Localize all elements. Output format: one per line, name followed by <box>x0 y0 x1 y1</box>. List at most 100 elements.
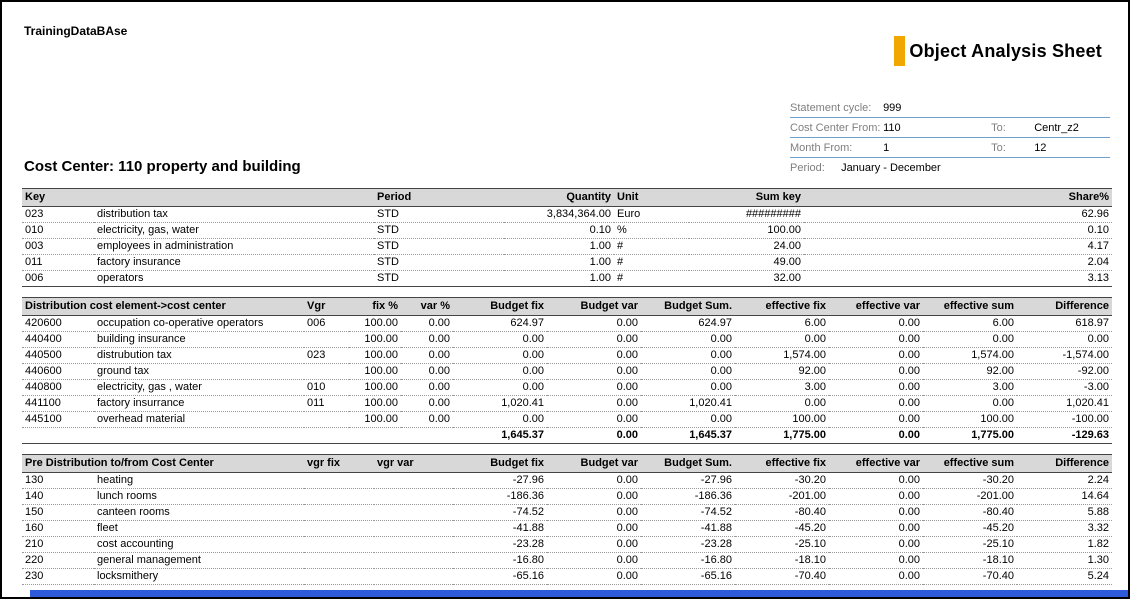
table-cell: 445100 <box>22 412 94 428</box>
table-cell: 1.00 <box>504 271 614 287</box>
table-cell: canteen rooms <box>94 505 304 521</box>
table-cell: 160 <box>22 521 94 537</box>
table-cell: -18.10 <box>923 553 1017 569</box>
table-cell: -16.80 <box>453 553 547 569</box>
table-cell: 0.00 <box>401 396 453 412</box>
table-cell: # <box>614 239 689 255</box>
table-cell <box>304 537 374 553</box>
table-cell: 440500 <box>22 348 94 364</box>
table-cell: overhead material <box>94 412 304 428</box>
table-cell: 0.00 <box>641 412 735 428</box>
table-cell: # <box>614 255 689 271</box>
table-cell: 0.00 <box>401 380 453 396</box>
table-cell: 100.00 <box>349 396 401 412</box>
table-row: 130heating-27.960.00-27.96-30.200.00-30.… <box>22 473 1112 489</box>
table-cell: 0.00 <box>735 332 829 348</box>
table-cell: 1,574.00 <box>923 348 1017 364</box>
table-cell: -70.40 <box>735 569 829 585</box>
table-cell: 0.00 <box>829 569 923 585</box>
table-cell: 92.00 <box>735 364 829 380</box>
horizontal-scrollbar[interactable] <box>30 590 1128 597</box>
table-cell: 0.00 <box>1017 332 1112 348</box>
table-cell: -45.20 <box>735 521 829 537</box>
table-cell: 0.00 <box>829 412 923 428</box>
table-cell: 130 <box>22 473 94 489</box>
table-cell <box>374 473 453 489</box>
column-header: Difference <box>1017 298 1112 316</box>
period-label: Period: <box>790 162 838 175</box>
key-statistics-table: KeyPeriodQuantityUnitSum keyShare%023dis… <box>22 188 1112 287</box>
cost-center-from-label: Cost Center From: <box>790 122 880 135</box>
table-cell: occupation co-operative operators <box>94 316 304 332</box>
table-cell: 0.00 <box>829 332 923 348</box>
table-cell <box>401 428 453 444</box>
column-header: vgr var <box>374 455 453 473</box>
column-header: fix % <box>349 298 401 316</box>
table-cell: 0.00 <box>453 332 547 348</box>
table-cell: -30.20 <box>735 473 829 489</box>
table-cell: -186.36 <box>453 489 547 505</box>
table-cell: 0.00 <box>829 396 923 412</box>
table-cell: 624.97 <box>641 316 735 332</box>
table-cell: 023 <box>22 207 94 223</box>
table-cell: 100.00 <box>349 348 401 364</box>
table-cell <box>374 537 453 553</box>
table-cell: -1,574.00 <box>1017 348 1112 364</box>
table-cell: 003 <box>22 239 94 255</box>
table-cell: 3.32 <box>1017 521 1112 537</box>
table-cell: 0.00 <box>401 316 453 332</box>
table-cell: 0.00 <box>401 412 453 428</box>
table-cell: heating <box>94 473 304 489</box>
table-cell: 100.00 <box>735 412 829 428</box>
table-row: 441100factory insurrance011100.000.001,0… <box>22 396 1112 412</box>
table-cell: 0.00 <box>547 473 641 489</box>
table-cell: # <box>614 271 689 287</box>
table-cell: -45.20 <box>923 521 1017 537</box>
table-cell: factory insurance <box>94 255 374 271</box>
column-header: vgr fix <box>304 455 374 473</box>
table-cell: 0.00 <box>641 364 735 380</box>
table-cell: 4.17 <box>804 239 1112 255</box>
table-cell: -186.36 <box>641 489 735 505</box>
table-cell: -18.10 <box>735 553 829 569</box>
table-cell: 006 <box>22 271 94 287</box>
table-cell: 420600 <box>22 316 94 332</box>
table-cell: 618.97 <box>1017 316 1112 332</box>
table-row: 230locksmithery-65.160.00-65.16-70.400.0… <box>22 569 1112 585</box>
table-cell: 0.00 <box>547 332 641 348</box>
column-header: Budget Sum. <box>641 455 735 473</box>
table-row: 150canteen rooms-74.520.00-74.52-80.400.… <box>22 505 1112 521</box>
table-cell <box>304 412 349 428</box>
table-cell: 0.00 <box>547 505 641 521</box>
table-cell: 0.00 <box>829 537 923 553</box>
report-title: Object Analysis Sheet <box>909 41 1102 62</box>
table-cell: -129.63 <box>1017 428 1112 444</box>
title-marker-icon <box>894 36 905 66</box>
cost-center-range-row: Cost Center From: 110 To: Centr_z2 <box>790 118 1110 138</box>
table-cell: Euro <box>614 207 689 223</box>
column-header: effective sum <box>923 298 1017 316</box>
table-cell: -41.88 <box>453 521 547 537</box>
column-header: Quantity <box>504 189 614 207</box>
table-cell: 49.00 <box>689 255 804 271</box>
table-cell: -3.00 <box>1017 380 1112 396</box>
table-cell: building insurance <box>94 332 304 348</box>
table-cell: STD <box>374 255 504 271</box>
table-cell: STD <box>374 207 504 223</box>
table-cell: ground tax <box>94 364 304 380</box>
table-cell: 0.00 <box>453 364 547 380</box>
table-cell: 0.00 <box>923 396 1017 412</box>
table-cell <box>304 364 349 380</box>
table-cell: 32.00 <box>689 271 804 287</box>
table-cell: 1,020.41 <box>641 396 735 412</box>
pre-distribution-table: Pre Distribution to/from Cost Centervgr … <box>22 454 1112 585</box>
table-cell <box>374 505 453 521</box>
table-cell: 100.00 <box>349 332 401 348</box>
table-cell: -201.00 <box>923 489 1017 505</box>
table-cell: 0.00 <box>829 521 923 537</box>
table-cell: distribution tax <box>94 207 374 223</box>
table-row: 003employees in administrationSTD1.00#24… <box>22 239 1112 255</box>
table-cell: -25.10 <box>735 537 829 553</box>
table-cell: 0.00 <box>829 473 923 489</box>
table-cell: 3.13 <box>804 271 1112 287</box>
